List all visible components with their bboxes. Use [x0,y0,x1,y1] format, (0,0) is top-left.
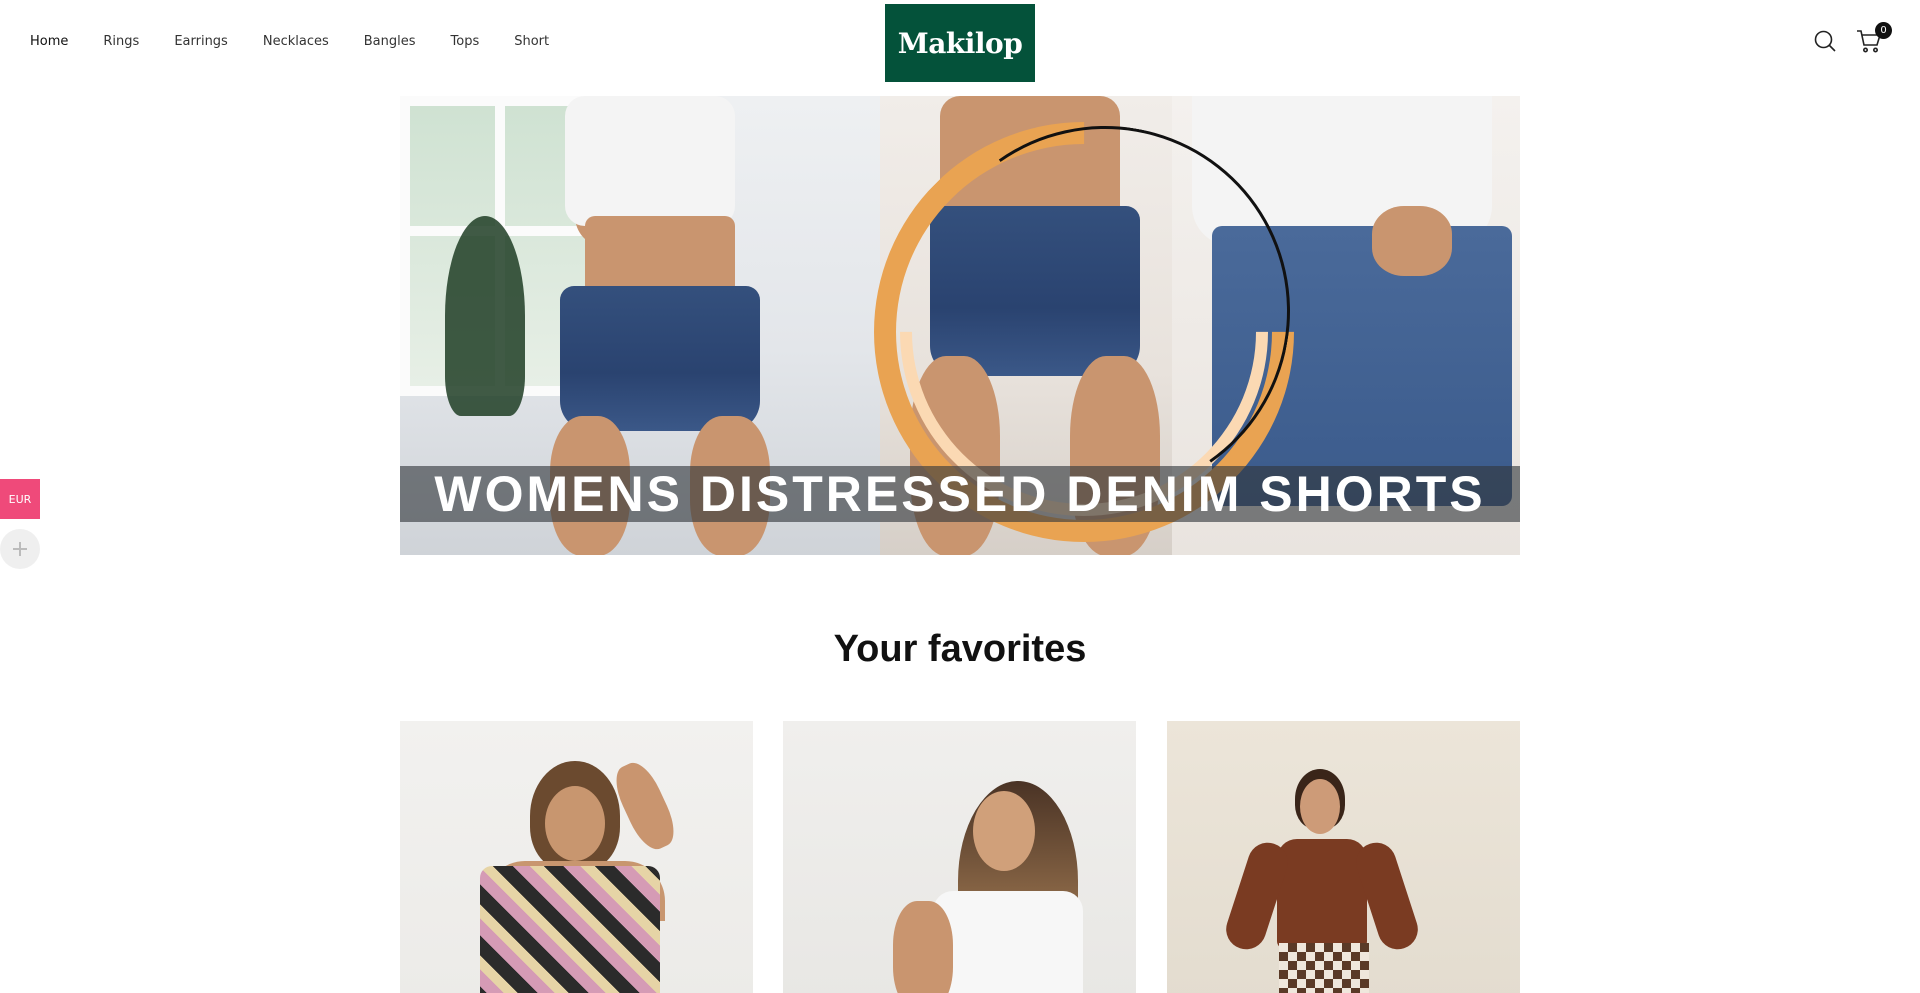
cart-button[interactable]: 0 [1856,22,1892,54]
search-button[interactable] [1812,28,1838,54]
product-image [400,721,753,993]
hero-banner-title: WOMENS DISTRESSED DENIM SHORTS [434,466,1486,522]
product-image [783,721,1136,993]
nav-rings[interactable]: Rings [103,30,139,54]
product-image [1167,721,1520,993]
nav-tops[interactable]: Tops [451,30,480,54]
site-header: Home Rings Earrings Necklaces Bangles To… [0,0,1920,90]
nav-earrings[interactable]: Earrings [174,30,228,54]
main-nav: Home Rings Earrings Necklaces Bangles To… [30,30,584,54]
site-logo[interactable]: Makilop [885,4,1035,82]
header-actions: 0 [1812,22,1892,54]
product-card[interactable] [1167,721,1520,993]
currency-switcher[interactable]: EUR [0,479,40,519]
nav-short[interactable]: Short [514,30,549,54]
logo-text: Makilop [897,26,1023,60]
cart-count-badge: 0 [1875,22,1892,39]
nav-home[interactable]: Home [30,30,68,54]
expand-button[interactable] [0,529,40,569]
search-icon [1814,30,1836,52]
section-title-favorites: Your favorites [833,628,1087,670]
plus-icon [13,542,27,556]
nav-bangles[interactable]: Bangles [364,30,416,54]
hero-banner-caption-bar: WOMENS DISTRESSED DENIM SHORTS [400,466,1520,522]
product-card[interactable] [783,721,1136,993]
nav-necklaces[interactable]: Necklaces [263,30,329,54]
hero-banner[interactable]: WOMENS DISTRESSED DENIM SHORTS [400,96,1520,555]
product-card[interactable] [400,721,753,993]
favorites-grid [400,721,1520,993]
